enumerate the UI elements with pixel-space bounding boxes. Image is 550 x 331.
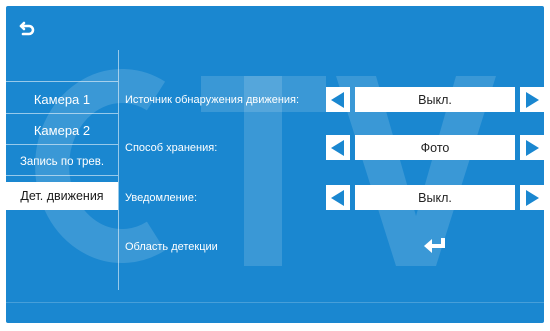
motion-source-next-button[interactable] [520, 87, 544, 112]
notification-value: Выкл. [355, 185, 515, 210]
detection-area-label: Область детекции [125, 241, 218, 253]
sidebar-item-label: Дет. движения [20, 189, 104, 203]
sidebar-item-camera-1[interactable]: Камера 1 [6, 86, 118, 114]
arrow-left-icon [331, 91, 344, 108]
motion-source-value: Выкл. [355, 87, 515, 112]
storage-method-value: Фото [355, 135, 515, 160]
motion-source-label: Источник обнаружения движения: [125, 94, 300, 106]
arrow-left-icon [331, 189, 344, 206]
sidebar-item-alarm-recording[interactable]: Запись по трев. [6, 148, 118, 176]
notification-prev-button[interactable] [326, 185, 350, 210]
screen: Камера 1 Камера 2 Запись по трев. Дет. д… [6, 6, 544, 323]
notification-selector: Выкл. [326, 185, 544, 210]
motion-source-prev-button[interactable] [326, 87, 350, 112]
sidebar-item-camera-2[interactable]: Камера 2 [6, 117, 118, 145]
storage-method-selector: Фото [326, 135, 544, 160]
storage-method-next-button[interactable] [520, 135, 544, 160]
storage-method-prev-button[interactable] [326, 135, 350, 160]
back-button[interactable] [14, 18, 38, 42]
arrow-right-icon [526, 139, 539, 156]
detection-area-enter-button[interactable] [422, 234, 450, 256]
sidebar-item-label: Запись по трев. [19, 155, 105, 168]
sidebar-item-label: Камера 2 [33, 123, 91, 138]
storage-method-label: Способ хранения: [125, 142, 218, 154]
arrow-right-icon [526, 91, 539, 108]
arrow-left-icon [331, 139, 344, 156]
back-arrow-icon [19, 21, 35, 36]
motion-source-selector: Выкл. [326, 87, 544, 112]
bottom-divider [6, 302, 544, 303]
notification-label: Уведомление: [125, 192, 197, 204]
notification-next-button[interactable] [520, 185, 544, 210]
sidebar-item-label: Камера 1 [33, 92, 91, 107]
sidebar-item-motion-detection[interactable]: Дет. движения [6, 182, 118, 210]
enter-icon [424, 238, 445, 253]
arrow-right-icon [526, 189, 539, 206]
